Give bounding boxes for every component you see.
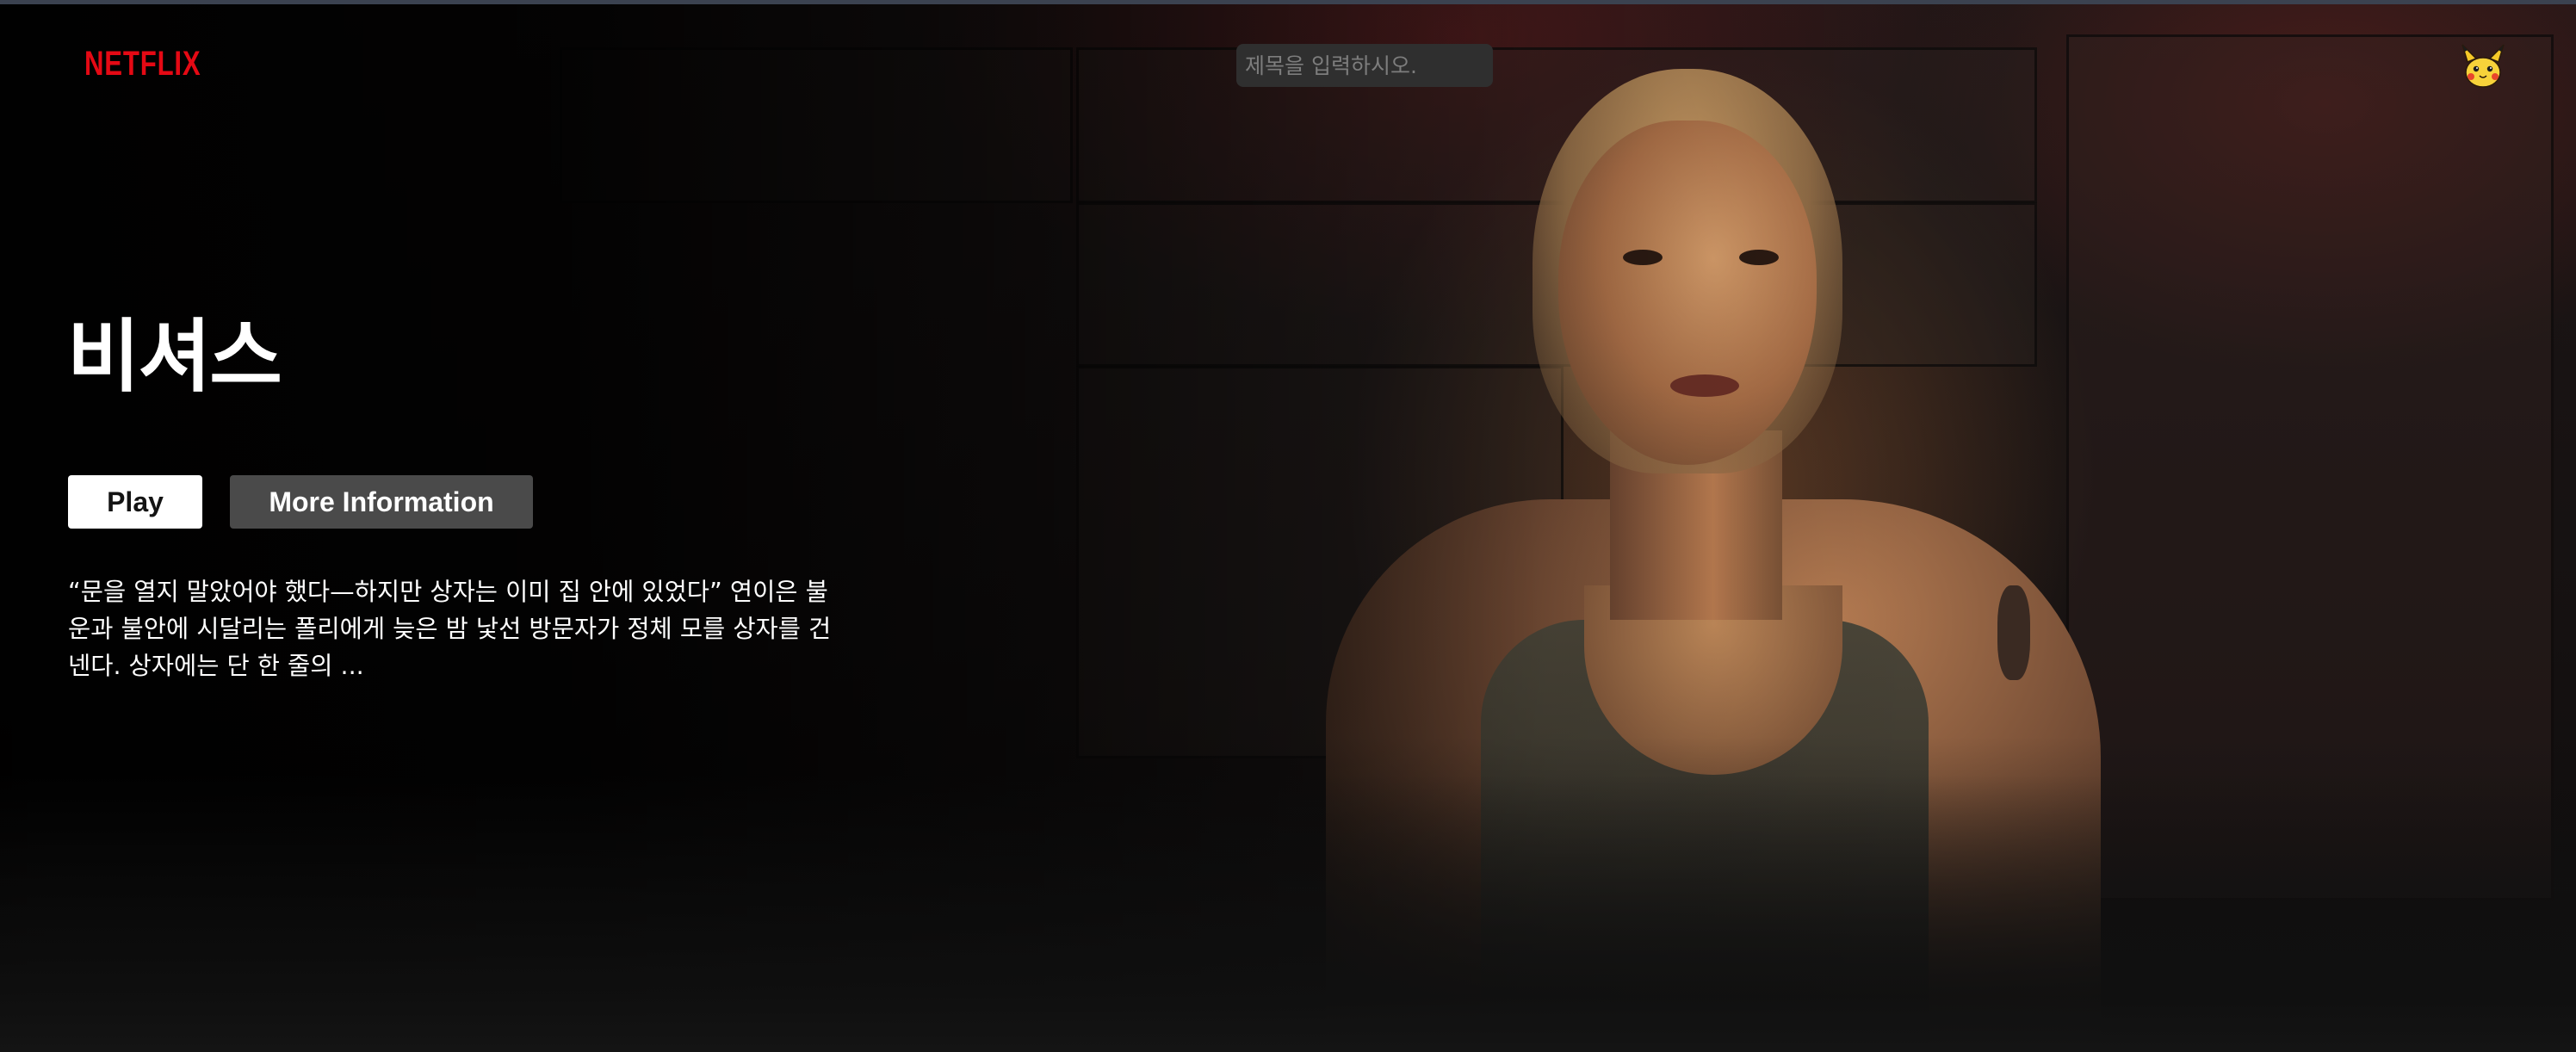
netflix-logo[interactable]: NETFLIX	[84, 45, 201, 84]
hero-description: “문을 열지 말았어야 했다—하지만 상자는 이미 집 안에 있었다” 연이은 …	[68, 578, 832, 680]
pikachu-avatar-icon[interactable]	[2459, 43, 2507, 91]
window-top-border	[0, 0, 2576, 4]
netflix-home-page: NETFLIX 비셔스 Play More Information “문을 열지…	[0, 0, 2576, 1052]
play-button[interactable]: Play	[68, 475, 202, 529]
hero-title: 비셔스	[67, 311, 282, 403]
more-information-button[interactable]: More Information	[230, 475, 533, 529]
search-input[interactable]	[1236, 44, 1493, 87]
hero-bottom-fade	[0, 775, 2576, 1052]
